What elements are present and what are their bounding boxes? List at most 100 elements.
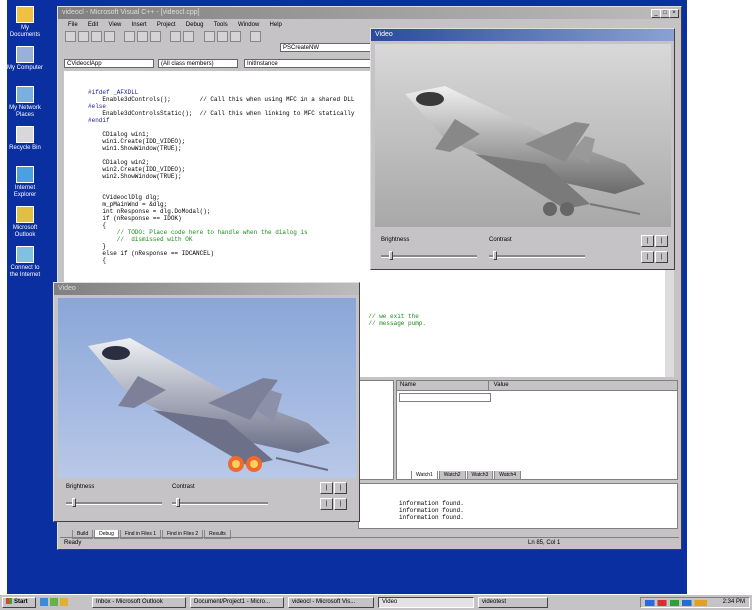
top-brightness-track[interactable]: [381, 255, 477, 258]
desktop-icon-recycle-bin[interactable]: Recycle Bin: [7, 126, 43, 152]
watch-tabs: Watch1 Watch2 Watch3 Watch4: [411, 471, 522, 480]
open-file-icon[interactable]: [78, 31, 89, 42]
jet-image-color: [58, 298, 356, 478]
desktop-icon-outlook[interactable]: Microsoft Outlook: [7, 206, 43, 239]
jet-image: [375, 44, 671, 227]
tab-watch1[interactable]: Watch1: [411, 471, 438, 480]
clock[interactable]: 2:34 PM: [723, 598, 745, 607]
redo-icon[interactable]: [183, 31, 195, 42]
menu-project[interactable]: Project: [157, 22, 176, 28]
tab-watch3[interactable]: Watch3: [466, 471, 494, 480]
cut-icon[interactable]: [124, 31, 136, 42]
function-combo[interactable]: InitInstance: [244, 59, 374, 68]
top-button-3[interactable]: |: [641, 251, 654, 263]
output-line: information found.: [399, 514, 464, 521]
outlook-quicklaunch-icon[interactable]: [60, 598, 68, 606]
top-contrast-slider[interactable]: [493, 251, 497, 260]
menu-tools[interactable]: Tools: [214, 22, 228, 28]
save-icon[interactable]: [91, 31, 102, 42]
desktop-icon-connect[interactable]: Connect to the Internet: [7, 246, 43, 279]
top-brightness-label: Brightness: [381, 237, 410, 243]
bottom-contrast-track[interactable]: [172, 502, 268, 505]
top-button-4[interactable]: |: [655, 251, 668, 263]
desktop-icon-label: Recycle Bin: [9, 145, 41, 151]
watch-panel[interactable]: Name Value Watch1 Watch2 Watch3 Watch4: [396, 380, 678, 480]
desktop-icon-folder[interactable]: My Documents: [7, 6, 43, 39]
workspace-icon[interactable]: [203, 31, 215, 42]
status-position: Ln 85, Col 1: [528, 540, 561, 546]
taskbar-button[interactable]: videotest: [478, 597, 548, 608]
video-top-title-bar[interactable]: Video: [371, 29, 674, 41]
output-line: information found.: [399, 507, 464, 514]
desktop-icon-computer[interactable]: My Computer: [7, 46, 43, 72]
watch-edit-row[interactable]: [399, 393, 491, 402]
window-list-icon[interactable]: [229, 31, 241, 42]
ie-quicklaunch-icon[interactable]: [40, 598, 48, 606]
video-window-top[interactable]: Video Brightness Contrast | | | |: [370, 28, 675, 270]
top-brightness-slider[interactable]: [389, 251, 393, 260]
watch-col-value[interactable]: Value: [491, 382, 509, 388]
tab-watch2[interactable]: Watch2: [438, 471, 466, 480]
taskbar-button[interactable]: videocl - Microsoft Vis...: [288, 597, 374, 608]
taskbar-button[interactable]: Document/Project1 - Micro...: [190, 597, 284, 608]
bottom-brightness-slider[interactable]: [72, 498, 76, 507]
ide-title-bar[interactable]: videocl - Microsoft Visual C++ - [videoc…: [58, 7, 681, 19]
menu-window[interactable]: Window: [238, 22, 259, 28]
find-combo[interactable]: PSCreateNW: [280, 43, 376, 52]
video-bottom-title-bar[interactable]: Video: [54, 283, 359, 295]
bottom-brightness-track[interactable]: [66, 502, 162, 505]
top-button-1[interactable]: |: [641, 235, 654, 247]
bottom-button-2[interactable]: |: [334, 482, 347, 494]
bottom-contrast-slider[interactable]: [176, 498, 180, 507]
desktop-icon-label: Microsoft Outlook: [12, 225, 38, 238]
new-file-icon[interactable]: [65, 31, 76, 42]
folder-icon: [16, 6, 34, 23]
bottom-button-1[interactable]: |: [320, 482, 333, 494]
code-line: // message pump.: [354, 320, 427, 327]
find-in-files-icon[interactable]: [249, 31, 261, 42]
taskbar: Start Inbox - Microsoft Outlook Document/…: [0, 594, 752, 610]
globe-icon: [16, 166, 34, 183]
taskbar-button[interactable]: Inbox - Microsoft Outlook: [92, 597, 186, 608]
menu-help[interactable]: Help: [270, 22, 282, 28]
jet-photo-grayscale: [375, 44, 671, 227]
top-contrast-track[interactable]: [489, 255, 585, 258]
desktop-quicklaunch-icon[interactable]: [50, 598, 58, 606]
menu-view[interactable]: View: [108, 22, 121, 28]
copy-icon[interactable]: [137, 31, 149, 42]
class-combo[interactable]: CVideoclApp: [64, 59, 154, 68]
desktop-icon-globe[interactable]: Internet Explorer: [7, 166, 43, 199]
output-icon[interactable]: [216, 31, 228, 42]
paste-icon[interactable]: [150, 31, 162, 42]
start-label: Start: [14, 599, 28, 605]
watch-header: Name Value: [397, 381, 677, 391]
desktop-icon-network[interactable]: My Network Places: [7, 86, 43, 119]
menu-file[interactable]: File: [68, 22, 78, 28]
menu-debug[interactable]: Debug: [186, 22, 204, 28]
top-button-2[interactable]: |: [655, 235, 668, 247]
close-button[interactable]: ×: [669, 9, 679, 18]
members-combo[interactable]: (All class members): [158, 59, 238, 68]
video-top-title: Video: [375, 31, 393, 38]
tab-watch4[interactable]: Watch4: [494, 471, 522, 480]
desktop: My Documents My Computer My Network Places…: [7, 0, 687, 594]
variables-panel[interactable]: [358, 380, 394, 480]
desktop-icon-label: My Network Places: [9, 105, 41, 118]
start-button[interactable]: Start: [2, 597, 36, 608]
undo-icon[interactable]: [170, 31, 182, 42]
video-window-bottom[interactable]: Video Brightness Contrast | | | |: [53, 282, 360, 522]
bottom-contrast-label: Contrast: [172, 484, 195, 490]
tray-icons[interactable]: [645, 600, 707, 606]
output-panel[interactable]: information found. information found. info…: [358, 483, 678, 529]
watch-col-name[interactable]: Name: [397, 381, 489, 390]
top-contrast-label: Contrast: [489, 237, 512, 243]
windows-logo-icon: [6, 598, 12, 605]
taskbar-button[interactable]: Video: [378, 597, 474, 608]
bottom-button-4[interactable]: |: [334, 498, 347, 510]
bottom-brightness-label: Brightness: [66, 484, 95, 490]
save-all-icon[interactable]: [104, 31, 115, 42]
menu-insert[interactable]: Insert: [132, 22, 147, 28]
bottom-button-3[interactable]: |: [320, 498, 333, 510]
code-line: // we exit the: [354, 313, 419, 320]
menu-edit[interactable]: Edit: [88, 22, 98, 28]
